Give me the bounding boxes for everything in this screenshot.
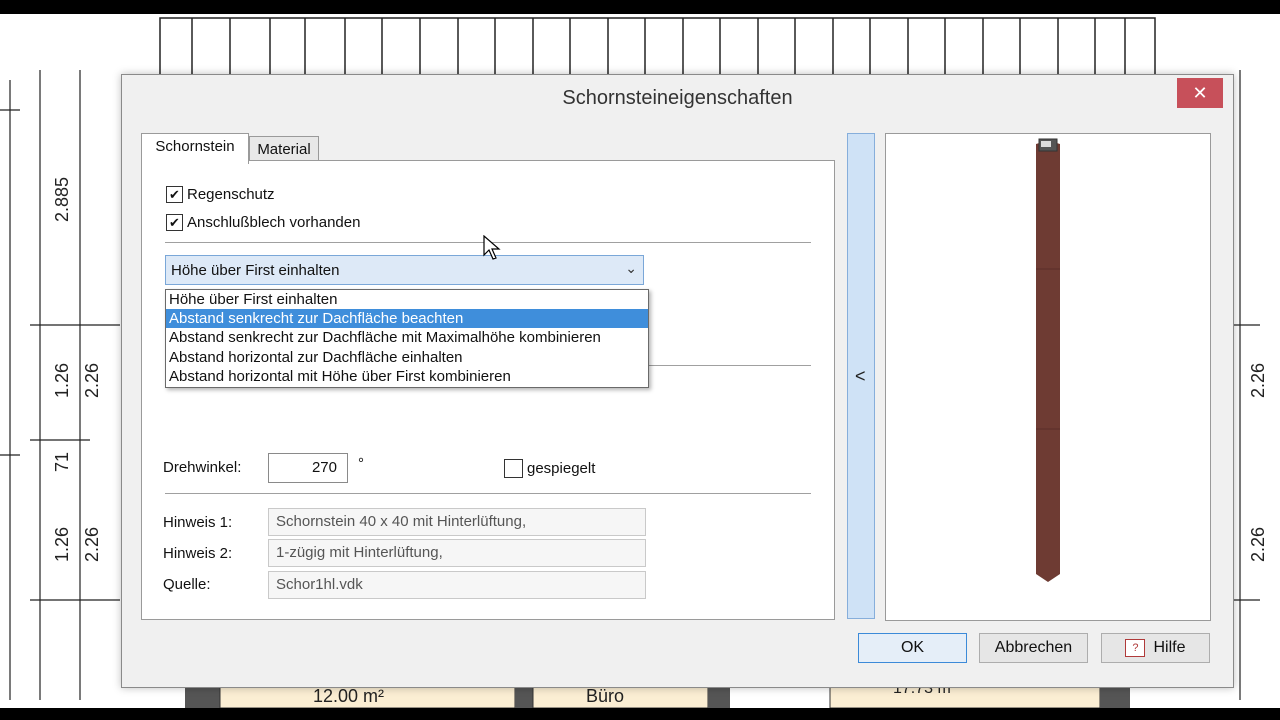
dimension-label: 2.885 [52, 176, 72, 222]
anschlussblech-label: Anschlußblech vorhanden [187, 214, 361, 231]
height-mode-select[interactable]: Höhe über First einhalten ⌄ [165, 255, 644, 285]
tab-material[interactable]: Material [249, 136, 319, 163]
chimney-preview [885, 133, 1211, 621]
regenschutz-checkbox[interactable]: ✔ [166, 186, 183, 203]
tab-label: Material [257, 141, 311, 158]
close-icon: ✕ [1192, 83, 1208, 103]
ok-button[interactable]: OK [858, 633, 967, 663]
chevron-left-icon: < [855, 366, 866, 386]
dialog-title: Schornsteineigenschaften [562, 87, 793, 109]
dimension-label: 2.26 [1248, 362, 1268, 398]
room-area-label: 12.00 m² [313, 686, 385, 706]
dimension-label: 1.26 [52, 526, 72, 562]
dimension-label: 1.26 [52, 362, 72, 398]
dimension-label: 2.26 [1248, 526, 1268, 562]
hinweis1-field: Schornstein 40 x 40 mit Hinterlüftung, [268, 508, 646, 536]
anschlussblech-checkbox[interactable]: ✔ [166, 214, 183, 231]
dropdown-option[interactable]: Abstand horizontal mit Höhe über First k… [166, 367, 648, 386]
help-button-label: Hilfe [1153, 639, 1186, 656]
divider [165, 493, 811, 494]
help-icon: ? [1125, 638, 1146, 657]
top-black-bar [0, 0, 1280, 14]
chevron-down-icon: ⌄ [625, 260, 637, 276]
room-name-label: Büro [586, 686, 625, 706]
bottom-black-bar [0, 708, 1280, 720]
hinweis1-label: Hinweis 1: [163, 514, 233, 531]
preview-collapse-bar[interactable]: < [847, 133, 875, 619]
dropdown-option[interactable]: Höhe über First einhalten [166, 290, 648, 309]
chimney-3d-illustration [1036, 138, 1060, 582]
drehwinkel-input[interactable]: 270 [268, 453, 348, 483]
dropdown-option[interactable]: Abstand senkrecht zur Dachfläche mit Max… [166, 328, 648, 347]
mouse-cursor-icon [483, 235, 501, 260]
help-button[interactable]: ? Hilfe [1101, 633, 1210, 663]
height-mode-value: Höhe über First einhalten [171, 262, 340, 279]
chimney-properties-dialog: Schornsteineigenschaften ✕ Schornstein M… [121, 74, 1234, 688]
hinweis2-label: Hinweis 2: [163, 545, 233, 562]
quelle-field: Schor1hl.vdk [268, 571, 646, 599]
dimension-label: 2.26 [82, 526, 102, 562]
dimension-label: 71 [52, 451, 72, 472]
dimension-label: 2.26 [82, 362, 102, 398]
gespiegelt-checkbox[interactable] [504, 459, 523, 478]
height-mode-dropdown: Höhe über First einhalten Abstand senkre… [165, 289, 649, 388]
tab-label: Schornstein [155, 138, 235, 155]
dropdown-option[interactable]: Abstand horizontal zur Dachfläche einhal… [166, 348, 648, 367]
tab-schornstein[interactable]: Schornstein [141, 133, 249, 164]
degree-unit: ° [358, 455, 364, 472]
drehwinkel-label: Drehwinkel: [163, 459, 242, 476]
dialog-titlebar[interactable]: Schornsteineigenschaften ✕ [122, 75, 1233, 123]
quelle-label: Quelle: [163, 576, 211, 593]
hinweis2-field: 1-zügig mit Hinterlüftung, [268, 539, 646, 567]
cancel-button[interactable]: Abbrechen [979, 633, 1088, 663]
dropdown-option-highlighted[interactable]: Abstand senkrecht zur Dachfläche beachte… [166, 309, 648, 328]
gespiegelt-label: gespiegelt [527, 460, 596, 477]
close-button[interactable]: ✕ [1177, 78, 1223, 108]
regenschutz-label: Regenschutz [187, 186, 275, 203]
